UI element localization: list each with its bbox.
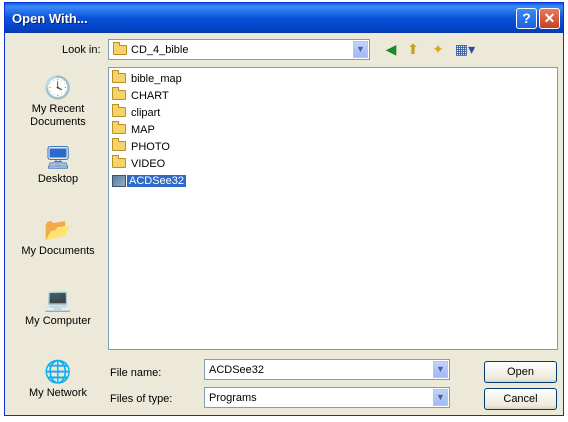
my-network-icon: 🌐 xyxy=(44,359,72,384)
folder-icon xyxy=(112,104,126,118)
desktop-icon: 🖥 xyxy=(44,145,72,170)
file-type-dropdown[interactable]: Programs ▼ xyxy=(204,387,450,408)
file-name-value: ACDSee32 xyxy=(209,364,265,376)
place-my-documents[interactable]: 📂 My Documents xyxy=(12,215,104,258)
place-my-recent-documents[interactable]: 🕓 My Recent Documents xyxy=(12,73,104,129)
file-name-label: File name: xyxy=(110,367,162,379)
place-label: Desktop xyxy=(37,173,79,185)
application-icon xyxy=(112,175,126,188)
places-bar: 🕓 My Recent Documents 🖥 Desktop 📂 My Doc… xyxy=(12,65,104,411)
place-my-network[interactable]: 🌐 My Network xyxy=(12,357,104,400)
cancel-button[interactable]: Cancel xyxy=(484,388,557,410)
folder-icon xyxy=(112,70,126,84)
list-item[interactable]: bible_map xyxy=(112,70,184,87)
chevron-down-icon[interactable]: ▼ xyxy=(433,361,448,378)
list-item[interactable]: MAP xyxy=(112,121,157,138)
recent-documents-icon: 🕓 xyxy=(44,75,72,100)
look-in-label: Look in: xyxy=(62,44,101,56)
up-folder-icon[interactable]: ⬆ xyxy=(404,40,422,58)
file-list[interactable]: bible_map CHART clipart MAP PHOTO VIDEO … xyxy=(108,67,558,350)
folder-icon xyxy=(113,42,127,58)
file-name-field[interactable]: ACDSee32 ▼ xyxy=(204,359,450,380)
look-in-value: CD_4_bible xyxy=(131,44,189,56)
window-title: Open With... xyxy=(12,11,88,26)
open-button[interactable]: Open xyxy=(484,361,557,383)
folder-icon xyxy=(112,138,126,152)
place-label: My Documents xyxy=(21,245,95,257)
views-menu-icon[interactable]: ▦▾ xyxy=(453,40,477,58)
back-icon[interactable]: ◀ xyxy=(382,40,400,58)
help-button[interactable]: ? xyxy=(516,8,537,29)
chevron-down-icon[interactable]: ▼ xyxy=(353,41,368,58)
list-item-selected[interactable]: ACDSee32 xyxy=(112,173,187,189)
list-item[interactable]: CHART xyxy=(112,87,171,104)
place-label: My Network xyxy=(28,387,88,399)
look-in-dropdown[interactable]: CD_4_bible ▼ xyxy=(108,39,370,60)
new-folder-icon[interactable]: ✦ xyxy=(429,40,447,58)
list-item[interactable]: clipart xyxy=(112,104,162,121)
title-bar[interactable]: Open With... ? ✕ xyxy=(5,3,563,33)
chevron-down-icon[interactable]: ▼ xyxy=(433,389,448,406)
place-my-computer[interactable]: 💻 My Computer xyxy=(12,285,104,328)
folder-icon xyxy=(112,87,126,101)
list-item[interactable]: VIDEO xyxy=(112,155,167,172)
place-label: My Recent Documents xyxy=(30,103,86,128)
file-type-value: Programs xyxy=(209,392,257,404)
folder-icon xyxy=(112,155,126,169)
list-item[interactable]: PHOTO xyxy=(112,138,172,155)
folder-icon xyxy=(112,121,126,135)
my-documents-icon: 📂 xyxy=(44,217,72,242)
close-button[interactable]: ✕ xyxy=(539,8,560,29)
place-desktop[interactable]: 🖥 Desktop xyxy=(12,143,104,186)
my-computer-icon: 💻 xyxy=(44,287,72,312)
open-with-dialog: Open With... ? ✕ Look in: CD_4_bible ▼ ◀… xyxy=(4,2,564,416)
place-label: My Computer xyxy=(24,315,92,327)
file-type-label: Files of type: xyxy=(110,393,173,405)
